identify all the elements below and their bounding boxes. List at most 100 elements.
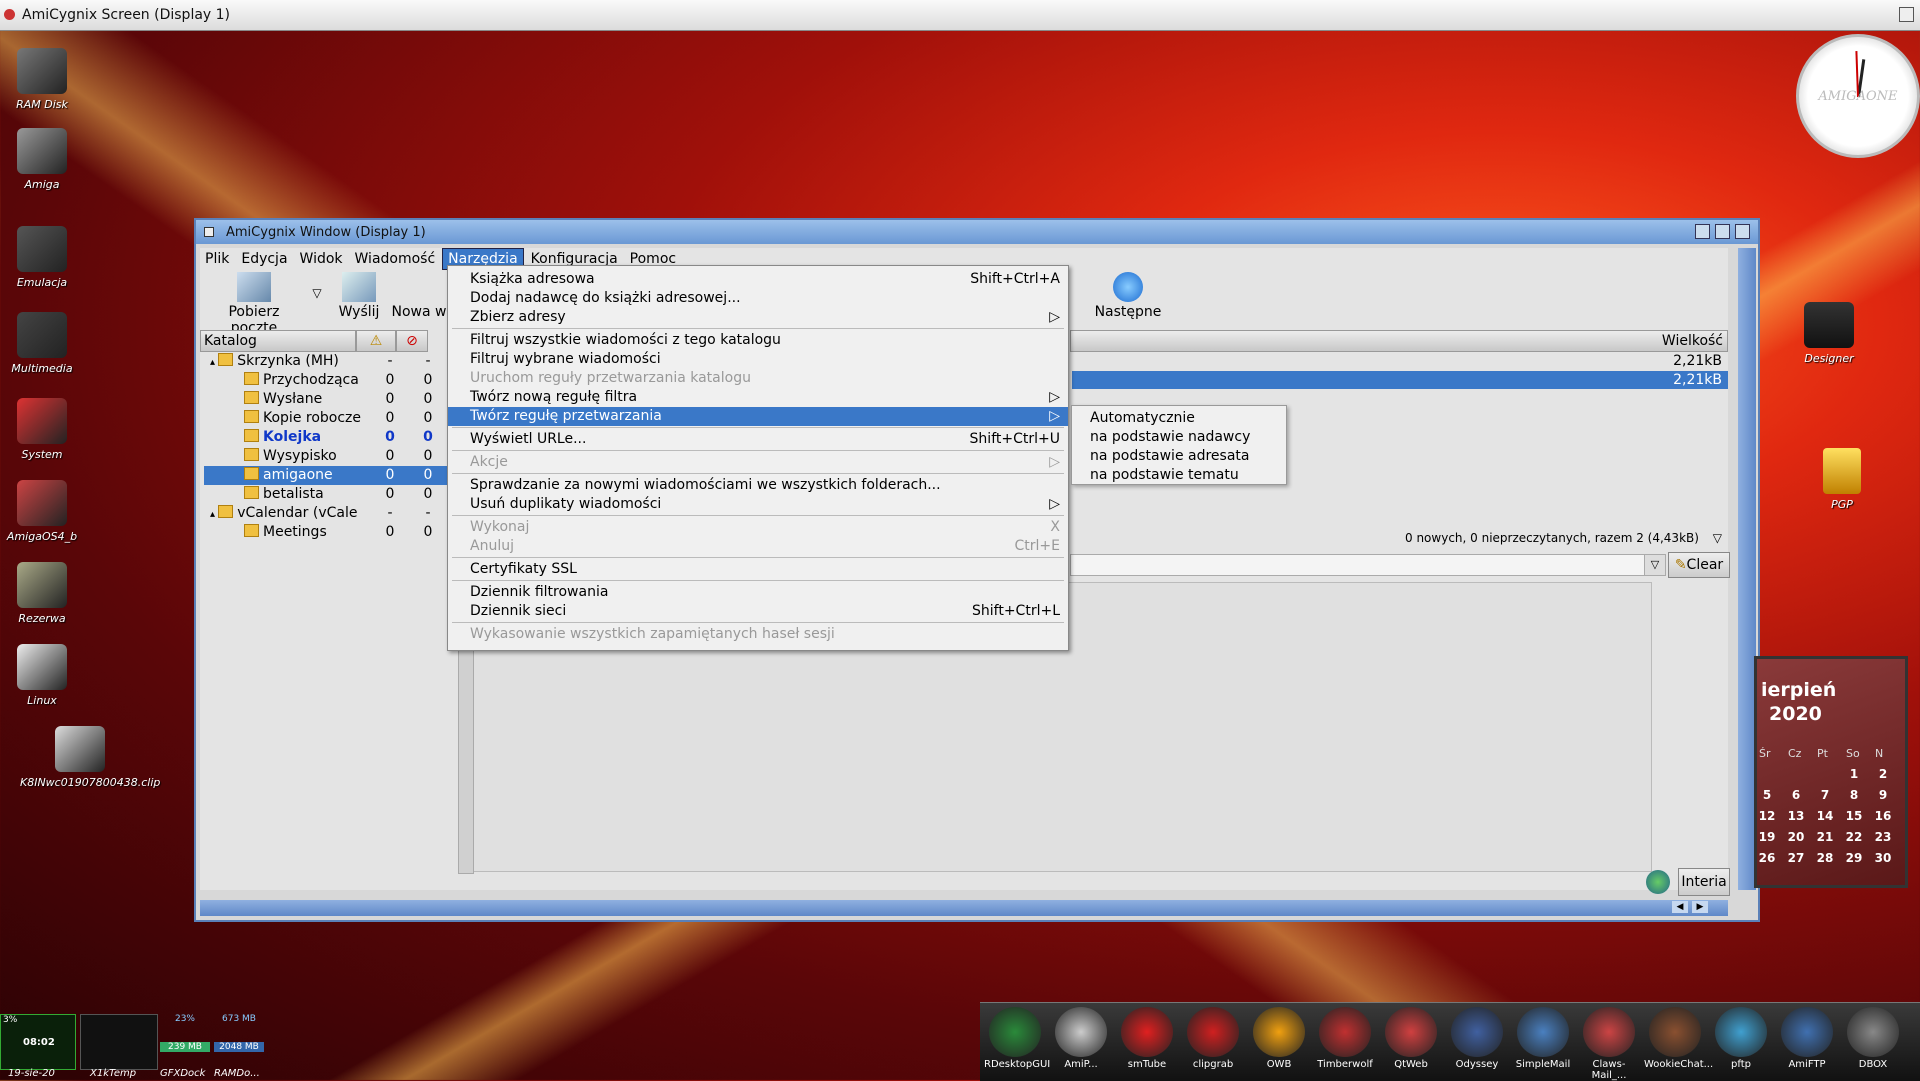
calendar-day[interactable]: 30	[1873, 851, 1893, 865]
menu-item[interactable]: Dziennik sieci Shift+Ctrl+L	[448, 602, 1068, 621]
pgp-icon[interactable]: PGP	[1800, 448, 1884, 511]
folder-row[interactable]: amigaone 0 0	[204, 466, 450, 485]
submenu-item[interactable]: Automatycznie	[1090, 410, 1195, 426]
calendar-day[interactable]: 14	[1815, 809, 1835, 823]
dock-item[interactable]: WookieChat...	[1644, 1007, 1713, 1070]
menu-item[interactable]: Filtruj wybrane wiadomości	[448, 350, 1068, 369]
calendar-day[interactable]: 27	[1786, 851, 1806, 865]
calendar-day[interactable]: 26	[1757, 851, 1777, 865]
new-message-button[interactable]: Nowa w	[390, 272, 448, 322]
preview-side-scroll[interactable]	[1704, 582, 1718, 872]
screen-depth-gadget-icon[interactable]	[1899, 7, 1914, 22]
menu-wiadomosc[interactable]: Wiadomość	[350, 249, 441, 269]
scroll-right-icon[interactable]: ▶	[1692, 901, 1708, 913]
dock-item[interactable]: QtWeb	[1380, 1007, 1442, 1070]
dock-item[interactable]: SimpleMail	[1512, 1007, 1574, 1070]
designer-icon[interactable]: Designer	[1787, 302, 1871, 365]
menu-item[interactable]: Sprawdzanie za nowymi wiadomościami we w…	[448, 476, 1068, 495]
folder-row[interactable]: Kolejka 0 0	[204, 428, 450, 447]
system-icon[interactable]: System	[0, 398, 84, 461]
menu-item[interactable]: Twórz regułę przetwarzania ▷	[448, 407, 1068, 426]
quick-search-input[interactable]	[1070, 554, 1652, 576]
menu-item[interactable]: Filtruj wszystkie wiadomości z tego kata…	[448, 331, 1068, 350]
calendar-day[interactable]: 22	[1844, 830, 1864, 844]
dock-item[interactable]: RDesktopGUI	[984, 1007, 1050, 1070]
calendar-day[interactable]: 6	[1786, 788, 1806, 802]
ram-disk-icon[interactable]: RAM Disk	[0, 48, 84, 111]
linux-icon[interactable]: Linux	[0, 644, 84, 707]
menu-widok[interactable]: Widok	[295, 249, 348, 269]
iconify-gadget-icon[interactable]	[1695, 224, 1710, 239]
send-button[interactable]: Wyślij	[334, 272, 384, 322]
dock-item[interactable]: clipgrab	[1182, 1007, 1244, 1070]
close-gadget-icon[interactable]	[204, 227, 214, 237]
multimedia-icon[interactable]: Multimedia	[0, 312, 84, 375]
calendar-day[interactable]: 12	[1757, 809, 1777, 823]
scroll-left-icon[interactable]: ◀	[1672, 901, 1688, 913]
next-button[interactable]: Następne	[1090, 272, 1166, 322]
calendar-day[interactable]: 29	[1844, 851, 1864, 865]
unread-column-header-icon[interactable]: ⚠	[356, 330, 396, 352]
calendar-day[interactable]: 20	[1786, 830, 1806, 844]
get-mail-dropdown-icon[interactable]: ▽	[310, 286, 324, 336]
menu-item[interactable]: Zbierz adresy ▷	[448, 308, 1068, 327]
message-row[interactable]: 2,21kB	[1072, 352, 1728, 370]
folder-row[interactable]: Meetings 0 0	[204, 523, 450, 542]
menu-item[interactable]: Książka adresowa Shift+Ctrl+A	[448, 270, 1068, 289]
clear-button[interactable]: ✎Clear	[1668, 552, 1730, 578]
calendar-day[interactable]: 7	[1815, 788, 1835, 802]
expand-arrow-icon[interactable]: ▴	[210, 357, 218, 368]
amiga-icon[interactable]: Amiga	[0, 128, 84, 191]
folder-row[interactable]: Wysłane 0 0	[204, 390, 450, 409]
calendar-day[interactable]: 21	[1815, 830, 1835, 844]
dock-item[interactable]: Odyssey	[1446, 1007, 1508, 1070]
dock-item[interactable]: AmiFTP	[1776, 1007, 1838, 1070]
window-titlebar[interactable]: AmiCygnix Window (Display 1)	[196, 220, 1758, 244]
menu-item[interactable]: Certyfikaty SSL	[448, 560, 1068, 579]
interia-button[interactable]: Interia	[1678, 868, 1730, 896]
calendar-day[interactable]: 28	[1815, 851, 1835, 865]
dock-item[interactable]: pftp	[1710, 1007, 1772, 1070]
folder-row[interactable]: Wysypisko 0 0	[204, 447, 450, 466]
dock-item[interactable]: Claws-Mail_...	[1578, 1007, 1640, 1081]
calendar-day[interactable]: 5	[1757, 788, 1777, 802]
calendar-day[interactable]: 19	[1757, 830, 1777, 844]
get-mail-button[interactable]: Pobierz pocztę	[204, 272, 304, 336]
dock-item[interactable]: AmiP...	[1050, 1007, 1112, 1070]
calendar-day[interactable]: 8	[1844, 788, 1864, 802]
folder-row[interactable]: ▴ vCalendar (vCale - -	[204, 504, 450, 523]
folder-row[interactable]: ▴ Skrzynka (MH) - -	[204, 352, 450, 371]
calendar-day[interactable]: 23	[1873, 830, 1893, 844]
menu-item[interactable]: Wyświetl URLe... Shift+Ctrl+U	[448, 430, 1068, 449]
status-dropdown-icon[interactable]: ▽	[1713, 531, 1722, 545]
menu-item[interactable]: Dziennik filtrowania	[448, 583, 1068, 602]
submenu-item[interactable]: na podstawie nadawcy	[1090, 429, 1250, 445]
folder-column-header[interactable]: Katalog	[200, 330, 356, 352]
dock-item[interactable]: OWB	[1248, 1007, 1310, 1070]
dock-item[interactable]: DBOX	[1842, 1007, 1904, 1070]
menu-item[interactable]: Dodaj nadawcę do książki adresowej...	[448, 289, 1068, 308]
calendar-day[interactable]: 16	[1873, 809, 1893, 823]
rezerwa-icon[interactable]: Rezerwa	[0, 562, 84, 625]
dock-item[interactable]: smTube	[1116, 1007, 1178, 1070]
menu-item[interactable]: Usuń duplikaty wiadomości ▷	[448, 495, 1068, 514]
calendar-day[interactable]: 9	[1873, 788, 1893, 802]
globe-icon[interactable]	[1646, 870, 1670, 894]
folder-row[interactable]: Kopie robocze 0 0	[204, 409, 450, 428]
depth-gadget-icon[interactable]	[1735, 224, 1750, 239]
window-horizontal-scrollbar[interactable]: ◀ ▶	[200, 900, 1728, 916]
message-row-selected[interactable]: 2,21kB	[1072, 371, 1728, 389]
zoom-gadget-icon[interactable]	[1715, 224, 1730, 239]
menu-edycja[interactable]: Edycja	[236, 249, 292, 269]
calendar-day[interactable]: 1	[1844, 767, 1864, 781]
size-column-header[interactable]: Wielkość	[1070, 330, 1728, 352]
menu-plik[interactable]: Plik	[200, 249, 234, 269]
emulacja-icon[interactable]: Emulacja	[0, 226, 84, 289]
dock-item[interactable]: Timberwolf	[1314, 1007, 1376, 1070]
calendar-day[interactable]: 15	[1844, 809, 1864, 823]
amigaos4-icon[interactable]: AmigaOS4_b	[0, 480, 84, 543]
calendar-day[interactable]: 13	[1786, 809, 1806, 823]
clip-icon[interactable]: K8INwc01907800438.clip	[20, 726, 160, 789]
folder-row[interactable]: Przychodząca 0 0	[204, 371, 450, 390]
calendar-day[interactable]: 2	[1873, 767, 1893, 781]
